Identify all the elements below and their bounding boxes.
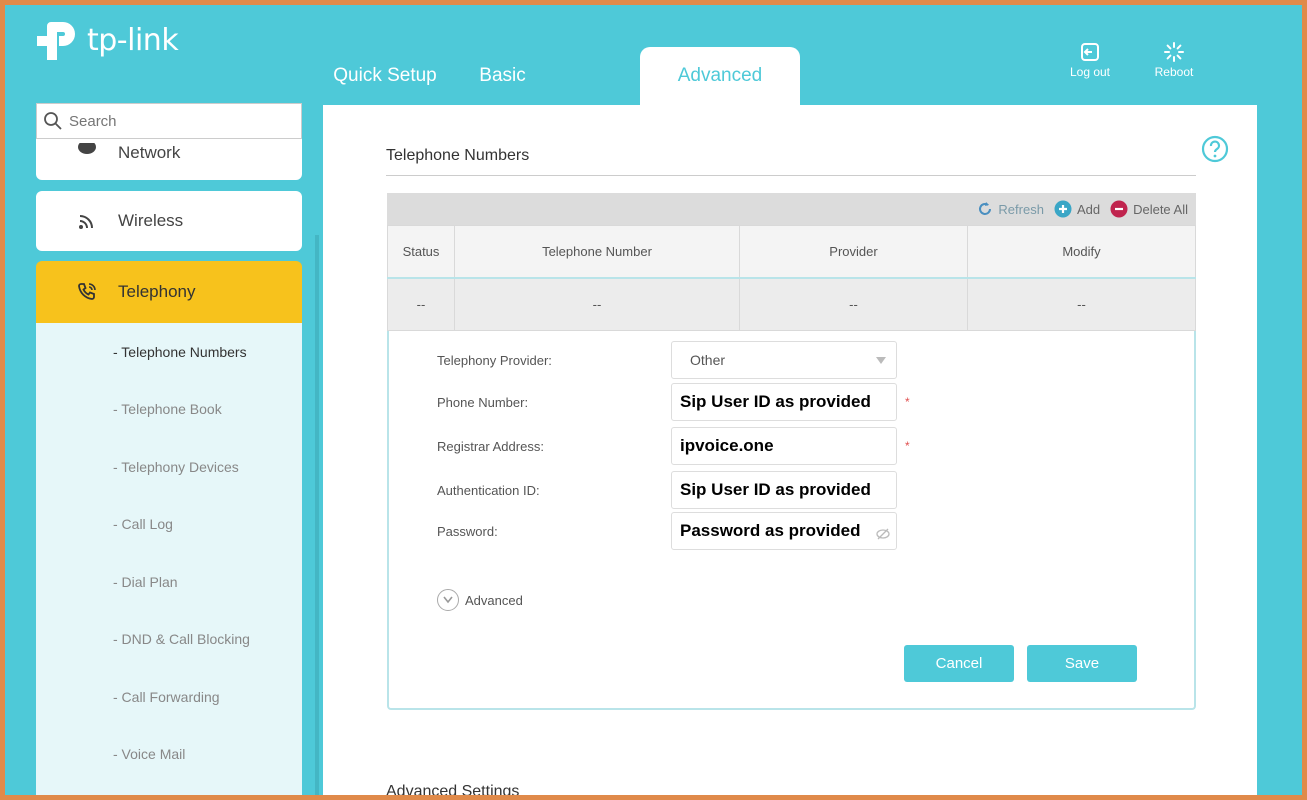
wifi-icon — [72, 211, 102, 231]
delete-all-label: Delete All — [1133, 201, 1188, 217]
table-row[interactable]: -- -- -- -- — [387, 276, 1196, 331]
reboot-label: Reboot — [1154, 65, 1194, 79]
logout-icon — [1081, 43, 1099, 61]
logo-mark-icon — [37, 22, 75, 60]
logout-button[interactable]: Log out — [1063, 39, 1117, 79]
password-input[interactable] — [680, 521, 896, 541]
sidebar-label-network: Network — [118, 143, 181, 162]
password-field[interactable] — [671, 512, 897, 550]
top-tabs: Quick Setup Basic Advanced — [325, 47, 800, 105]
registrar-input[interactable] — [680, 436, 896, 456]
col-status: Status — [387, 225, 455, 278]
hide-password-icon[interactable] — [876, 525, 890, 545]
logo-text: tp-link — [87, 22, 179, 58]
search-input[interactable] — [69, 112, 269, 130]
sidebar-item-network[interactable]: Network — [36, 135, 302, 180]
globe-icon — [72, 143, 102, 159]
col-provider: Provider — [739, 225, 968, 278]
refresh-label: Refresh — [998, 201, 1044, 217]
tab-quick-setup[interactable]: Quick Setup — [325, 47, 445, 105]
phone-number-label: Phone Number: — [437, 394, 529, 410]
add-icon — [1054, 200, 1072, 218]
sidebar-scrollbar[interactable] — [315, 235, 319, 795]
app-frame: tp-link Quick Setup Basic Advanced Log o… — [0, 0, 1307, 800]
registrar-row: Registrar Address: * — [437, 427, 910, 465]
telephone-numbers-table: Status Telephone Number Provider Modify … — [387, 225, 1196, 331]
phone-number-row: Phone Number: * — [437, 383, 910, 421]
password-row: Password: — [437, 512, 897, 550]
cell-modify: -- — [967, 276, 1196, 331]
submenu-dial-plan[interactable]: - Dial Plan — [36, 553, 302, 611]
add-label: Add — [1076, 201, 1101, 217]
advanced-settings-title: Advanced Settings — [386, 783, 520, 800]
cancel-button[interactable]: Cancel — [904, 645, 1014, 682]
phone-number-field[interactable] — [671, 383, 897, 421]
tab-advanced[interactable]: Advanced — [640, 47, 800, 105]
submenu-dnd-call-blocking[interactable]: - DND & Call Blocking — [36, 611, 302, 669]
submenu-telephone-book[interactable]: - Telephone Book — [36, 381, 302, 439]
advanced-toggle[interactable]: Advanced — [437, 589, 523, 611]
logout-label: Log out — [1069, 65, 1111, 79]
registrar-label: Registrar Address: — [437, 438, 544, 454]
submenu-call-forwarding[interactable]: - Call Forwarding — [36, 668, 302, 726]
auth-id-input[interactable] — [680, 480, 896, 500]
password-label: Password: — [437, 523, 498, 539]
cell-telephone-number: -- — [454, 276, 740, 331]
advanced-label: Advanced — [465, 592, 523, 608]
provider-row: Telephony Provider: Other — [437, 341, 897, 379]
telephony-submenu: - Telephone Numbers - Telephone Book - T… — [36, 323, 302, 795]
col-telephone-number: Telephone Number — [454, 225, 740, 278]
add-button[interactable]: Add — [1054, 200, 1100, 218]
sidebar-label-telephony: Telephony — [118, 282, 196, 301]
section-title: Telephone Numbers — [386, 147, 530, 164]
provider-label: Telephony Provider: — [437, 352, 552, 368]
required-mark: * — [905, 439, 910, 453]
submenu-voice-mail[interactable]: - Voice Mail — [36, 726, 302, 784]
reboot-icon — [1164, 42, 1184, 62]
sidebar-item-telephony[interactable]: Telephony — [36, 261, 302, 323]
refresh-button[interactable]: Refresh — [977, 201, 1044, 217]
sidebar-item-wireless[interactable]: Wireless — [36, 191, 302, 251]
tp-link-logo: tp-link — [37, 15, 179, 65]
provider-value: Other — [690, 352, 726, 368]
search-icon — [44, 112, 62, 130]
search-box[interactable] — [36, 103, 302, 139]
help-icon[interactable] — [1201, 135, 1229, 163]
col-modify: Modify — [967, 225, 1196, 278]
save-button[interactable]: Save — [1027, 645, 1137, 682]
auth-id-label: Authentication ID: — [437, 482, 540, 498]
sidebar-label-wireless: Wireless — [118, 211, 184, 230]
submenu-telephone-numbers[interactable]: - Telephone Numbers — [36, 323, 302, 381]
auth-id-field[interactable] — [671, 471, 897, 509]
auth-id-row: Authentication ID: — [437, 471, 897, 509]
submenu-telephony-devices[interactable]: - Telephony Devices — [36, 438, 302, 496]
registrar-field[interactable] — [671, 427, 897, 465]
tab-basic[interactable]: Basic — [445, 47, 560, 105]
chevron-down-icon — [437, 589, 459, 611]
dropdown-arrow-icon — [876, 352, 886, 368]
refresh-icon — [977, 201, 993, 217]
submenu-call-log[interactable]: - Call Log — [36, 496, 302, 554]
cell-status: -- — [387, 276, 455, 331]
required-mark: * — [905, 395, 910, 409]
title-divider — [386, 175, 1196, 176]
reboot-button[interactable]: Reboot — [1147, 39, 1201, 79]
provider-select[interactable]: Other — [671, 341, 897, 379]
cell-provider: -- — [739, 276, 968, 331]
table-toolbar: Refresh Add Delete All — [387, 193, 1196, 225]
delete-icon — [1110, 200, 1128, 218]
phone-number-input[interactable] — [680, 392, 896, 412]
phone-icon — [72, 281, 102, 303]
delete-all-button[interactable]: Delete All — [1110, 200, 1188, 218]
